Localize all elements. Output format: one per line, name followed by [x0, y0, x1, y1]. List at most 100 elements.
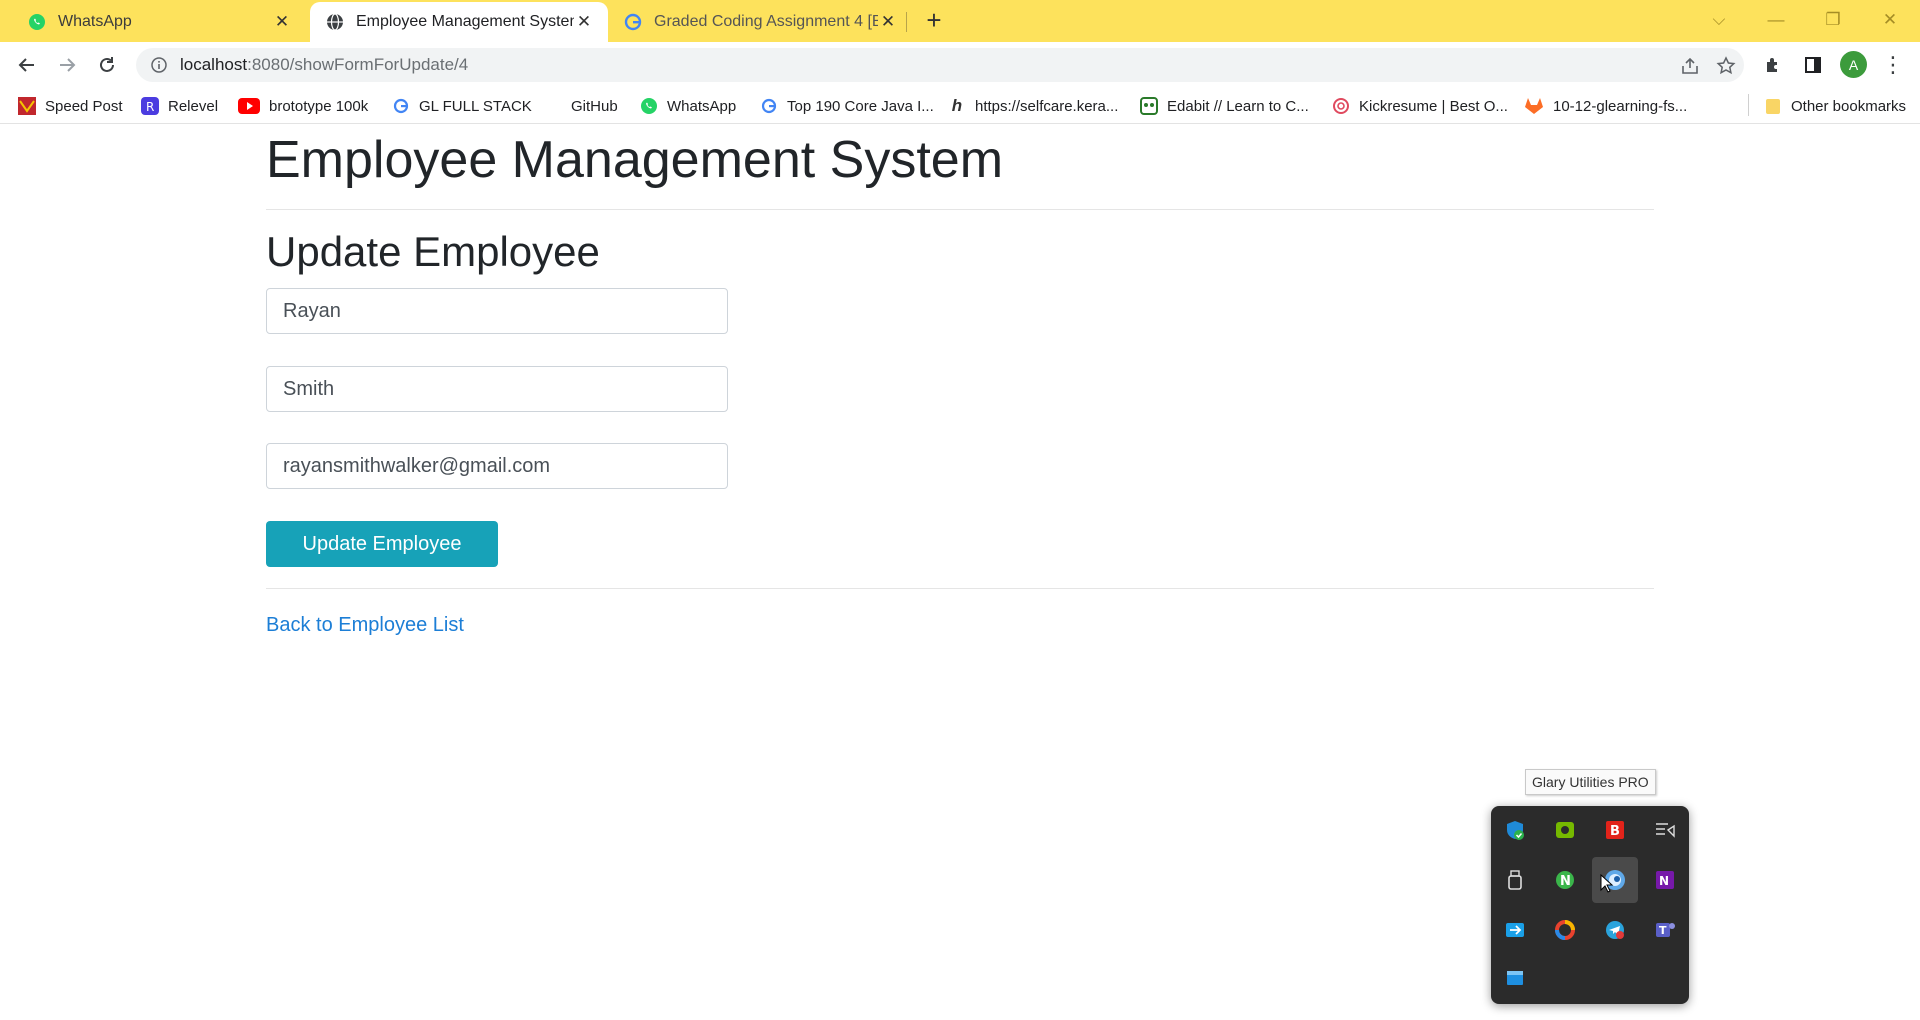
profile-avatar[interactable]: A [1840, 51, 1867, 78]
address-bar[interactable]: localhost:8080/showFormForUpdate/4 [136, 48, 1744, 82]
back-button[interactable] [12, 50, 42, 80]
close-tab-icon[interactable]: ✕ [574, 12, 594, 32]
relevel-icon: R [141, 97, 159, 115]
google-icon [760, 97, 778, 115]
close-tab-icon[interactable]: ✕ [272, 12, 292, 32]
bookmark-selfcare[interactable]: h https://selfcare.kera... [948, 95, 1119, 117]
h8-icon: h [951, 96, 963, 115]
bookmark-relevel[interactable]: R Relevel [141, 95, 218, 117]
bookmark-top-190-java[interactable]: Top 190 Core Java I... [760, 95, 934, 117]
usb-drive-icon[interactable] [1500, 865, 1530, 895]
close-tab-icon[interactable]: ✕ [878, 12, 898, 32]
whatsapp-icon [28, 13, 46, 31]
tab-title: Graded Coding Assignment 4 [BE [654, 13, 878, 30]
folder-icon [1764, 97, 1782, 115]
svg-text:N: N [1560, 874, 1571, 889]
forward-button[interactable] [52, 50, 82, 80]
restore-button[interactable]: ❐ [1811, 6, 1855, 34]
other-bookmarks[interactable]: Other bookmarks [1764, 95, 1906, 117]
bookmark-label: https://selfcare.kera... [975, 97, 1119, 115]
email-input[interactable] [266, 443, 728, 489]
bookmark-label: Other bookmarks [1791, 97, 1907, 115]
bookmark-whatsapp[interactable]: WhatsApp [640, 95, 736, 117]
bookmark-kickresume[interactable]: Kickresume | Best O... [1332, 95, 1508, 117]
first-name-input[interactable] [266, 288, 728, 334]
forward-arrow-icon [60, 58, 76, 72]
last-name-input[interactable] [266, 366, 728, 412]
bitdefender-icon[interactable]: B [1600, 815, 1630, 845]
bookmark-github[interactable]: GitHub [571, 95, 618, 117]
mouse-cursor [1600, 873, 1616, 894]
tab-title: WhatsApp [58, 13, 132, 30]
tab-strip: WhatsApp ✕ Employee Management System ✕ … [0, 0, 1920, 42]
kickresume-icon [1332, 97, 1350, 115]
new-tab-button[interactable]: + [920, 7, 948, 33]
extensions-icon[interactable] [1760, 52, 1786, 78]
bookmark-label: GitHub [571, 97, 618, 115]
reload-button[interactable] [92, 50, 122, 80]
bookmark-speed-post[interactable]: Speed Post [18, 95, 123, 117]
reload-icon [100, 57, 114, 72]
minimize-button[interactable]: — [1754, 6, 1798, 34]
bookmark-label: Top 190 Core Java I... [787, 97, 934, 115]
url-path: :8080/showFormForUpdate/4 [247, 55, 469, 74]
bookmark-gl-full-stack[interactable]: GL FULL STACK [392, 95, 532, 117]
remote-desktop-icon[interactable] [1500, 915, 1530, 945]
tab-title: Employee Management System [356, 13, 574, 30]
nvidia-icon[interactable] [1550, 815, 1580, 845]
gitlab-icon [1524, 97, 1544, 115]
bookmark-label: brototype 100k [269, 97, 369, 115]
form-divider [266, 588, 1654, 589]
bookmarks-bar: Speed Post R Relevel brototype 100k GL F… [0, 88, 1920, 124]
bookmark-label: Speed Post [45, 97, 123, 115]
telegram-icon[interactable] [1600, 915, 1630, 945]
svg-text:T: T [1659, 924, 1667, 937]
n-app-icon[interactable]: N [1550, 865, 1580, 895]
bookmark-label: Edabit // Learn to C... [1167, 97, 1309, 115]
blue-square-icon[interactable] [1500, 963, 1530, 993]
teams-icon[interactable]: T [1650, 915, 1680, 945]
tab-search-icon[interactable]: ⌵ [1697, 6, 1741, 34]
side-panel-icon[interactable] [1800, 52, 1826, 78]
svg-text:B: B [1610, 824, 1620, 839]
google-icon [392, 97, 410, 115]
close-window-button[interactable]: ✕ [1868, 6, 1912, 34]
tray-tooltip: Glary Utilities PRO [1525, 769, 1656, 795]
site-info-icon[interactable] [150, 56, 168, 74]
edabit-icon [1140, 97, 1158, 115]
onenote-icon[interactable]: N [1650, 865, 1680, 895]
update-employee-button[interactable]: Update Employee [266, 521, 498, 567]
tray-overflow-popup: B N N T [1491, 806, 1689, 1004]
title-divider [266, 209, 1654, 210]
tab-graded-assignment[interactable]: Graded Coding Assignment 4 [BE ✕ [612, 2, 904, 42]
svg-text:R: R [146, 100, 154, 114]
tab-employee-management[interactable]: Employee Management System ✕ [310, 2, 608, 42]
share-icon[interactable] [1678, 54, 1702, 78]
bookmark-edabit[interactable]: Edabit // Learn to C... [1140, 95, 1309, 117]
globe-icon [326, 13, 344, 31]
notification-icon[interactable] [1650, 815, 1680, 845]
youtube-icon [238, 97, 260, 115]
bookmark-glearning[interactable]: 10-12-glearning-fs... [1524, 95, 1687, 117]
defender-icon[interactable] [1500, 815, 1530, 845]
svg-text:N: N [1659, 874, 1669, 888]
more-menu-icon[interactable]: ⋮ [1880, 52, 1906, 78]
browser-toolbar: localhost:8080/showFormForUpdate/4 A ⋮ [0, 42, 1920, 88]
tab-whatsapp[interactable]: WhatsApp ✕ [0, 2, 306, 42]
bookmark-label: Kickresume | Best O... [1359, 97, 1508, 115]
tab-separator [906, 12, 907, 32]
bookmark-separator [1748, 94, 1749, 116]
back-to-list-link[interactable]: Back to Employee List [266, 614, 464, 637]
bookmark-brototype[interactable]: brototype 100k [238, 95, 368, 117]
speed-post-icon [18, 97, 36, 115]
form-title: Update Employee [266, 228, 600, 275]
page-title: Employee Management System [266, 131, 1004, 189]
bookmark-label: Relevel [168, 97, 219, 115]
url-text[interactable]: localhost:8080/showFormForUpdate/4 [180, 55, 468, 75]
bookmark-star-icon[interactable] [1714, 54, 1738, 78]
bookmark-label: 10-12-glearning-fs... [1553, 97, 1688, 115]
url-host: localhost [180, 55, 248, 74]
color-ring-icon[interactable] [1550, 915, 1580, 945]
back-arrow-icon [18, 58, 34, 72]
bookmark-label: GL FULL STACK [419, 97, 532, 115]
